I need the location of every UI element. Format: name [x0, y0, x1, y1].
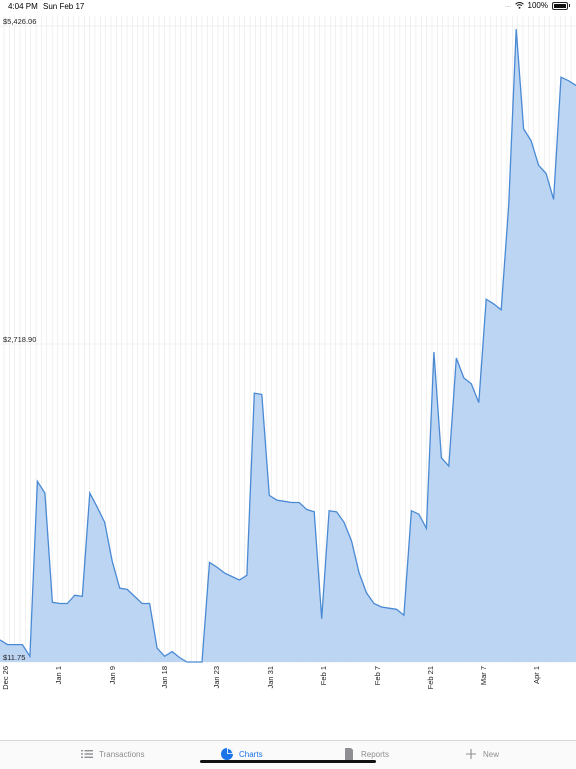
- status-bar: 4:04 PM Sun Feb 17 .... 100%: [0, 0, 576, 14]
- battery-icon: [552, 1, 570, 10]
- tab-reports[interactable]: Reports: [342, 747, 389, 761]
- pie-chart-icon: [221, 748, 233, 760]
- x-tick-label: Jan 9: [108, 666, 117, 684]
- x-tick-label: Dec 26: [1, 666, 10, 690]
- tab-label-reports: Reports: [361, 749, 390, 759]
- x-tick-label: Feb 21: [426, 666, 435, 689]
- y-tick-label: $5,426.06: [3, 17, 36, 26]
- x-tick-label: Feb 7: [373, 666, 382, 685]
- x-tick-label: Jan 31: [266, 666, 275, 689]
- tab-label-new: New: [483, 749, 500, 759]
- document-icon: [345, 748, 353, 760]
- x-tick-label: Mar 7: [479, 666, 488, 685]
- x-tick-label: Jan 18: [160, 666, 169, 689]
- battery-percent: 100%: [527, 1, 548, 10]
- plus-icon: [466, 749, 476, 759]
- x-tick-label: Jan 1: [54, 666, 63, 684]
- tab-label-transactions: Transactions: [99, 749, 145, 759]
- tab-transactions[interactable]: Transactions: [80, 747, 145, 761]
- tab-new[interactable]: New: [464, 747, 499, 761]
- area-chart: $5,426.06 $2,718.90 $11.75 Dec 26 Jan 1 Jan 9…: [0, 16, 576, 690]
- x-tick-label: Jan 23: [212, 666, 221, 689]
- signal-dots-icon: ....: [504, 2, 511, 9]
- x-tick-label: Apr 1: [532, 666, 541, 684]
- wifi-icon: [514, 2, 524, 9]
- tab-bar: Transactions Charts Reports New: [0, 740, 576, 769]
- chart-container[interactable]: $5,426.06 $2,718.90 $11.75 Dec 26 Jan 1 Jan 9…: [0, 16, 576, 736]
- status-date: Sun Feb 17: [43, 2, 85, 11]
- y-tick-label: $2,718.90: [3, 335, 36, 344]
- list-icon: [81, 750, 93, 758]
- status-right: .... 100%: [504, 1, 570, 10]
- home-indicator: [200, 760, 376, 763]
- tab-charts[interactable]: Charts: [220, 747, 263, 761]
- x-tick-label: Feb 1: [319, 666, 328, 685]
- status-time: 4:04 PM: [8, 2, 38, 11]
- tab-label-charts: Charts: [239, 749, 263, 759]
- series-area: [0, 29, 576, 663]
- y-tick-label: $11.75: [3, 653, 25, 662]
